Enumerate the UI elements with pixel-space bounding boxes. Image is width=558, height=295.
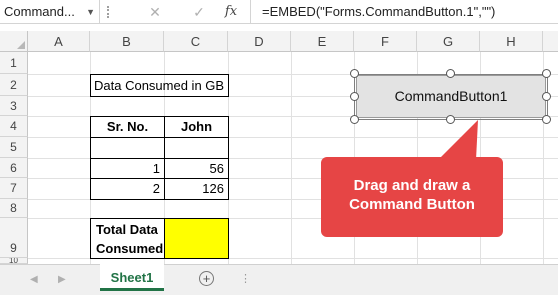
header-john[interactable]: John	[164, 116, 229, 138]
row-header-4[interactable]: 4	[0, 116, 28, 137]
column-header-h[interactable]: H	[480, 31, 543, 52]
cell-b7[interactable]: 2	[90, 178, 165, 200]
previous-sheet-icon[interactable]: ◀	[30, 264, 38, 295]
row-header-6[interactable]: 6	[0, 158, 28, 178]
header-sr-no[interactable]: Sr. No.	[90, 116, 165, 138]
table-cell-empty[interactable]	[164, 137, 229, 159]
next-sheet-icon[interactable]: ▶	[58, 264, 66, 295]
resize-handle[interactable]	[446, 69, 455, 78]
cancel-icon[interactable]: ✕	[145, 0, 165, 24]
name-box-value: Command...	[4, 4, 75, 19]
row-header-3[interactable]: 3	[0, 96, 28, 116]
instruction-callout: Drag and draw a Command Button	[321, 157, 503, 237]
add-sheet-icon[interactable]: +	[199, 271, 214, 286]
enter-icon[interactable]: ✓	[189, 0, 209, 24]
title-cell[interactable]: Data Consumed in GB	[90, 74, 229, 97]
resize-handle[interactable]	[542, 69, 551, 78]
column-header-e[interactable]: E	[291, 31, 354, 52]
total-data-label[interactable]: Total Data Consumed	[90, 218, 165, 259]
total-label-line2: Consumed	[96, 241, 164, 256]
row-header-1[interactable]: 1	[0, 52, 28, 74]
resize-handle[interactable]	[350, 69, 359, 78]
name-box[interactable]: Command... ▼	[0, 0, 100, 24]
row-header-2[interactable]: 2	[0, 74, 28, 96]
column-header-d[interactable]: D	[228, 31, 291, 52]
formula-bar-divider	[107, 6, 109, 18]
column-header-partial[interactable]	[543, 31, 558, 52]
resize-handle[interactable]	[350, 92, 359, 101]
command-button[interactable]: CommandButton1	[356, 75, 546, 118]
total-data-value[interactable]	[164, 218, 229, 259]
table-cell-empty[interactable]	[90, 137, 165, 159]
row-header-5[interactable]: 5	[0, 137, 28, 158]
cell-c7[interactable]: 126	[164, 178, 229, 200]
row-header-8[interactable]: 8	[0, 199, 28, 218]
column-header-g[interactable]: G	[417, 31, 480, 52]
sheet-tab-bar	[0, 264, 558, 295]
select-all-corner[interactable]	[0, 31, 28, 52]
cell-c6[interactable]: 56	[164, 158, 229, 179]
resize-handle[interactable]	[542, 92, 551, 101]
total-label-line1: Total Data	[96, 222, 158, 237]
callout-line1: Drag and draw a	[353, 177, 471, 194]
column-header-a[interactable]: A	[28, 31, 90, 52]
name-box-dropdown-icon[interactable]: ▼	[86, 0, 95, 24]
column-header-c[interactable]: C	[164, 31, 228, 52]
row-header-7[interactable]: 7	[0, 178, 28, 199]
insert-function-icon[interactable]: fx	[221, 0, 241, 24]
tab-scroll-divider[interactable]: ⋮	[240, 264, 251, 295]
cell-b6[interactable]: 1	[90, 158, 165, 179]
column-header-f[interactable]: F	[354, 31, 417, 52]
row-header-9[interactable]: 9	[0, 218, 28, 258]
resize-handle[interactable]	[350, 115, 359, 124]
callout-line2: Command Button	[349, 196, 475, 213]
column-header-b[interactable]: B	[90, 31, 164, 52]
sheet-tab-sheet1[interactable]: Sheet1	[100, 264, 164, 291]
formula-input[interactable]: =EMBED("Forms.CommandButton.1","")	[250, 0, 495, 24]
resize-handle[interactable]	[542, 115, 551, 124]
